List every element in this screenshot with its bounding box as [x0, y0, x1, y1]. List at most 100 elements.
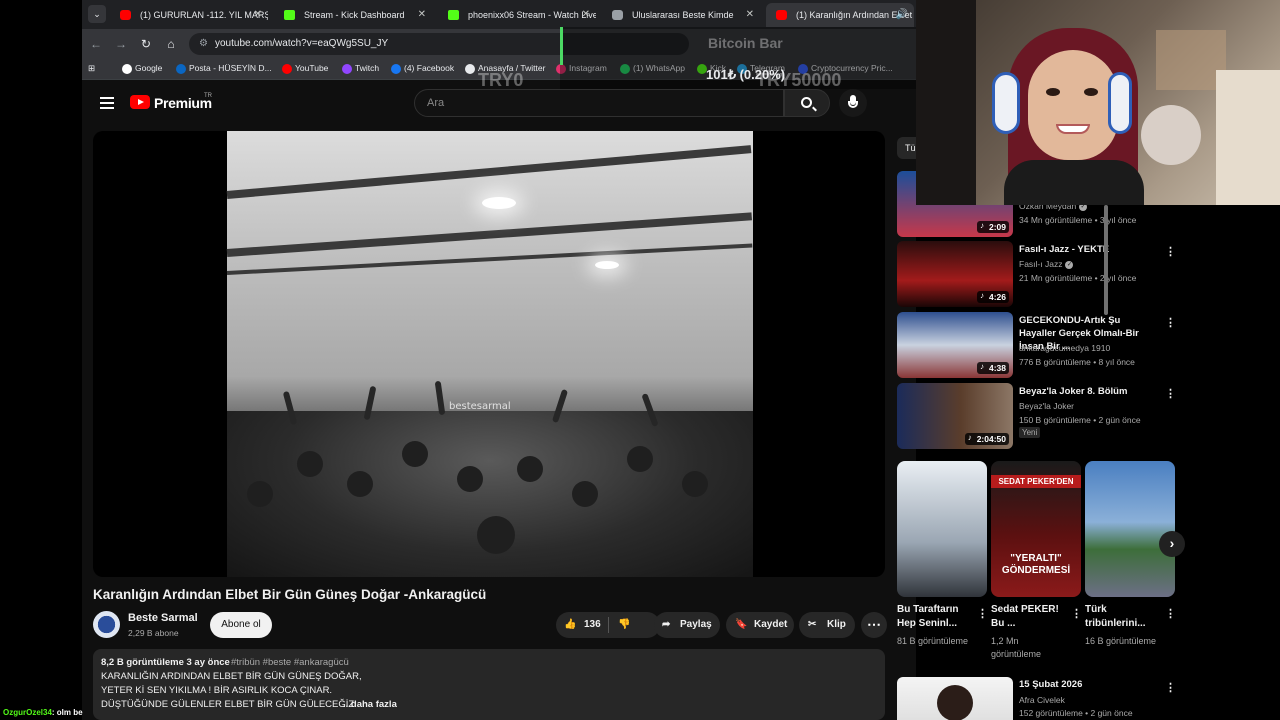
- tab-beste-kimde[interactable]: Uluslararası Beste Kimde ✕: [602, 3, 760, 27]
- share-button[interactable]: ➦ Paylaş: [654, 612, 720, 638]
- close-tab-icon[interactable]: ✕: [582, 3, 590, 27]
- reload-icon[interactable]: ↻: [138, 36, 154, 52]
- video-title: Karanlığın Ardından Elbet Bir Gün Güneş …: [93, 587, 487, 602]
- kick-icon: [284, 10, 295, 20]
- more-vert-icon[interactable]: ⋮: [1165, 245, 1176, 258]
- hashtags[interactable]: #tribün #beste #ankaragücü: [231, 657, 349, 668]
- verified-icon: ✓: [1065, 260, 1074, 269]
- pillow: [1141, 105, 1201, 165]
- short-thumbnail: [897, 461, 987, 597]
- more-vert-icon[interactable]: ⋮: [1165, 681, 1176, 694]
- forward-icon[interactable]: →: [113, 36, 129, 52]
- more-vert-icon[interactable]: ⋮: [977, 607, 988, 620]
- reco-video-5[interactable]: 15 Şubat 2026 Afra Civelek 152 görüntüle…: [897, 677, 1177, 720]
- reco-channel[interactable]: Afra Civelek: [1019, 695, 1065, 705]
- short-views: 1,2 Mn görüntüleme: [991, 636, 1042, 659]
- more-vert-icon[interactable]: ⋮: [1165, 316, 1176, 329]
- reco-video-4[interactable]: 2:04:50 Beyaz'la Joker 8. Bölüm Beyaz'la…: [897, 383, 1177, 449]
- reco-channel[interactable]: Fasıl-ı Jazz ✓: [1019, 259, 1074, 269]
- thumbs-up-icon[interactable]: 👍: [564, 612, 576, 638]
- show-more-link[interactable]: ...daha fazla: [343, 699, 397, 710]
- tab-search-dropdown[interactable]: ⌄: [88, 5, 106, 23]
- crowd-figure: [517, 456, 543, 482]
- bookmark-youtube[interactable]: YouTube: [282, 63, 328, 74]
- video-thumbnail: [897, 677, 1013, 720]
- more-vert-icon[interactable]: ⋮: [1165, 607, 1176, 620]
- back-icon[interactable]: ←: [88, 36, 104, 52]
- apps-grid-icon[interactable]: ⊞: [88, 63, 95, 74]
- stream-screen: ⌄ (1) GURURLAN -112. YIL MARŞ ✕ Stream - …: [0, 0, 1280, 720]
- youtube-icon: [282, 64, 292, 74]
- thumbnail-caption: SEDAT PEKER'DEN: [991, 475, 1081, 488]
- hamburger-menu-icon[interactable]: [100, 97, 114, 109]
- crowd-figure: [297, 451, 323, 477]
- thumbs-down-icon[interactable]: 👎: [618, 612, 630, 638]
- more-vert-icon[interactable]: ⋮: [1071, 607, 1082, 620]
- short-views: 81 B görüntüleme: [897, 636, 969, 646]
- tab-kick-dashboard[interactable]: Stream - Kick Dashboard ✕: [274, 3, 432, 27]
- video-player[interactable]: bestesarmal: [93, 131, 885, 577]
- more-actions-button[interactable]: ⋯: [861, 612, 887, 638]
- bookmark-facebook[interactable]: (4) Facebook: [391, 63, 454, 74]
- crowd-image: [227, 380, 753, 577]
- reco-stats: 21 Mn görüntüleme • 2 yıl önce: [1019, 273, 1137, 283]
- reco-channel[interactable]: Beyaz'la Joker: [1019, 401, 1074, 411]
- close-tab-icon[interactable]: ✕: [418, 3, 426, 27]
- bookmark-google[interactable]: Google: [122, 63, 162, 74]
- ceiling-lamp: [595, 261, 619, 269]
- short-views: 16 B görüntüleme: [1085, 636, 1157, 646]
- clip-button[interactable]: ✂ Klip: [799, 612, 855, 638]
- chevron-right-icon[interactable]: ›: [1159, 531, 1185, 557]
- scissors-icon: ✂: [808, 619, 817, 630]
- chair-back: [916, 0, 976, 205]
- channel-name[interactable]: Beste Sarmal: [128, 612, 198, 624]
- reco-video-2[interactable]: 4:26 Fasıl-ı Jazz - YEKTE Fasıl-ı Jazz✓ …: [897, 241, 1177, 307]
- short-title: Sedat PEKER! Bu ...: [991, 604, 1059, 629]
- subscribe-button[interactable]: Abone ol: [210, 612, 272, 638]
- wall-light: [1216, 70, 1280, 205]
- sidebar-scrollbar[interactable]: [1104, 205, 1108, 315]
- ceiling-lamp: [482, 197, 516, 209]
- bookmark-posta[interactable]: Posta - HÜSEYİN D...: [176, 63, 272, 74]
- search-button[interactable]: [784, 89, 830, 117]
- new-badge: Yeni: [1019, 427, 1041, 438]
- voice-search-button[interactable]: [839, 89, 867, 117]
- tab-youtube-current[interactable]: (1) Karanlığın Ardından Elbet 🔊: [766, 3, 914, 27]
- bookmark-icon: 🔖: [735, 619, 748, 630]
- close-tab-icon[interactable]: ✕: [746, 3, 754, 27]
- thumbnail-figure: [937, 685, 973, 720]
- twitch-icon: [342, 64, 352, 74]
- video-thumbnail: 2:04:50: [897, 383, 1013, 449]
- home-icon[interactable]: ⌂: [163, 36, 179, 52]
- crowd-figure: [247, 481, 273, 507]
- tab-youtube-gururlan[interactable]: (1) GURURLAN -112. YIL MARŞ ✕: [110, 3, 268, 27]
- channel-avatar[interactable]: [93, 611, 120, 638]
- subscriber-count: 2,29 B abone: [128, 628, 179, 638]
- short-title: Türk tribünlerini...: [1085, 604, 1146, 629]
- reco-video-3[interactable]: 4:38 GECEKONDU-Artık Şu Hayaller Gerçek …: [897, 312, 1177, 378]
- short-title: Bu Taraftarın Hep Seninl...: [897, 604, 959, 629]
- reco-channel[interactable]: ankaragucumedya 1910: [1019, 343, 1110, 353]
- tab-kick-phoenixx06[interactable]: phoenixx06 Stream - Watch Live ✕: [438, 3, 596, 27]
- search-input[interactable]: Ara: [414, 89, 784, 117]
- description-line: KARANLIĞIN ARDINDAN ELBET BİR GÜN GÜNEŞ …: [101, 671, 362, 682]
- like-count[interactable]: 136: [584, 612, 601, 638]
- chat-message: OzgurOzel34: olm be: [3, 708, 83, 717]
- video-thumbnail: 4:38: [897, 312, 1013, 378]
- chat-text: : olm be: [51, 708, 83, 717]
- reco-title: Fasıl-ı Jazz - YEKTE: [1019, 244, 1110, 255]
- audio-icon[interactable]: 🔊: [896, 3, 908, 27]
- site-settings-icon[interactable]: ⚙: [199, 38, 208, 49]
- more-vert-icon[interactable]: ⋮: [1165, 387, 1176, 400]
- goal-title: Bitcoin Bar: [708, 35, 783, 51]
- raised-arm: [282, 390, 298, 426]
- save-button[interactable]: 🔖 Kaydet: [726, 612, 794, 638]
- close-tab-icon[interactable]: ✕: [254, 3, 262, 27]
- youtube-logo-icon[interactable]: [130, 95, 150, 109]
- headphone-right: [1108, 72, 1132, 134]
- crowd-figure: [402, 441, 428, 467]
- headphone-left: [992, 72, 1020, 134]
- eye: [1084, 88, 1098, 96]
- description-box[interactable]: 8,2 B görüntüleme 3 ay önce #tribün #bes…: [93, 649, 885, 720]
- bookmark-twitch[interactable]: Twitch: [342, 63, 379, 74]
